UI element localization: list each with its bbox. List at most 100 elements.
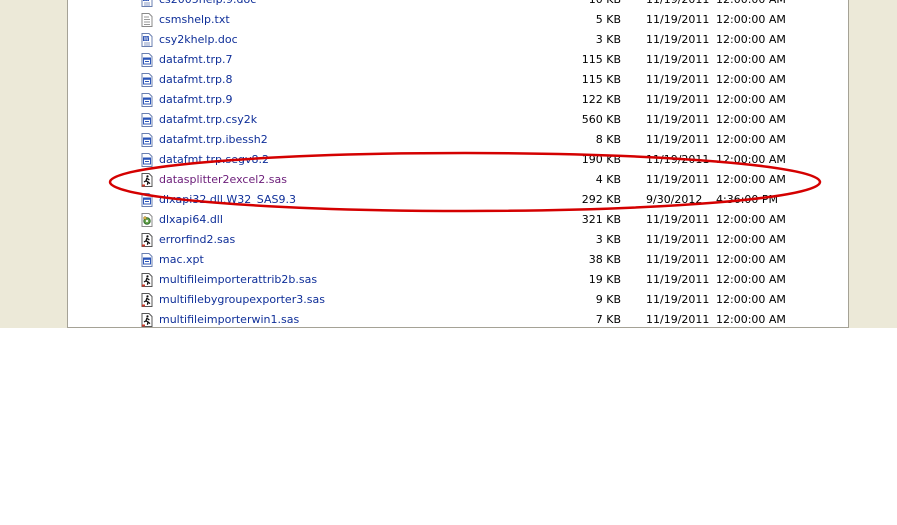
sas-program-icon [141, 233, 153, 247]
generic-window-file-icon [141, 73, 153, 87]
file-date: 11/19/2011 [646, 133, 710, 146]
file-time: 12:00:00 AM [716, 173, 786, 186]
file-size: 4 KB [595, 173, 621, 186]
file-date: 11/19/2011 [646, 73, 710, 86]
file-size: 38 KB [588, 253, 621, 266]
svg-text:W: W [144, 36, 149, 42]
file-size: 8 KB [595, 133, 621, 146]
file-size: 19 KB [588, 273, 621, 286]
svg-text:W: W [144, 0, 149, 2]
file-row[interactable]: multifileimporterwin1.sas 7 KB 11/19/2011 1… [68, 310, 848, 327]
file-size: 122 KB [581, 93, 621, 106]
file-size: 190 KB [581, 153, 621, 166]
file-time: 12:00:00 AM [716, 13, 786, 26]
file-row[interactable]: multifilebygroupexporter3.sas 9 KB 11/19/2… [68, 290, 848, 310]
file-name-link[interactable]: mac.xpt [159, 253, 204, 266]
file-size: 3 KB [595, 233, 621, 246]
file-name-link[interactable]: cs2005help.9.doc [159, 0, 256, 6]
file-size: 10 KB [528, 0, 621, 6]
file-time: 12:00:00 AM [716, 73, 786, 86]
file-name-link[interactable]: datafmt.trp.8 [159, 73, 233, 86]
file-row[interactable]: multifileimporterattrib2b.sas 19 KB 11/19/… [68, 270, 848, 290]
file-name-link[interactable]: datafmt.trp.csy2k [159, 113, 257, 126]
file-date: 11/19/2011 [646, 173, 710, 186]
file-size: 3 KB [595, 33, 621, 46]
file-time: 12:00:00 AM [716, 113, 786, 126]
sas-program-icon [141, 173, 153, 187]
file-date: 11/19/2011 [646, 153, 710, 166]
file-time: 12:00:00 AM [716, 293, 786, 306]
file-name-link[interactable]: datafmt.trp.segv8.2 [159, 153, 269, 166]
file-date: 11/19/2011 [646, 0, 709, 6]
file-time: 12:00:00 AM [716, 0, 786, 6]
file-row[interactable]: datafmt.trp.9 122 KB 11/19/2011 12:00:00 AM [68, 90, 848, 110]
file-row[interactable]: datafmt.trp.ibessh2 8 KB 11/19/2011 12:00:0… [68, 130, 848, 150]
generic-window-file-icon [141, 193, 153, 207]
file-size: 292 KB [581, 193, 621, 206]
file-date: 11/19/2011 [646, 233, 710, 246]
file-time: 4:36:00 PM [716, 193, 779, 206]
file-name-link[interactable]: datafmt.trp.9 [159, 93, 233, 106]
file-listing: Wcs2005help.9.doc 10 KB 11/19/2011 12:00:00… [67, 0, 849, 328]
file-size: 321 KB [581, 213, 621, 226]
file-row[interactable]: Wcsy2khelp.doc 3 KB 11/19/2011 12:00:00 AM [68, 30, 848, 50]
file-date: 11/19/2011 [646, 293, 710, 306]
file-row[interactable]: csmshelp.txt 5 KB 11/19/2011 12:00:00 AM [68, 10, 848, 30]
file-size: 9 KB [595, 293, 621, 306]
file-time: 12:00:00 AM [716, 33, 786, 46]
file-date: 11/19/2011 [646, 53, 710, 66]
file-name-link[interactable]: datafmt.trp.ibessh2 [159, 133, 268, 146]
file-name-link[interactable]: datafmt.trp.7 [159, 53, 233, 66]
file-size: 115 KB [581, 53, 621, 66]
file-row[interactable]: dlxapi64.dll 321 KB 11/19/2011 12:00:00 AM [68, 210, 848, 230]
file-name-link[interactable]: multifileimporterwin1.sas [159, 313, 299, 326]
file-size: 7 KB [595, 313, 621, 326]
generic-window-file-icon [141, 253, 153, 267]
file-date: 11/19/2011 [646, 113, 710, 126]
file-date: 11/19/2011 [646, 273, 710, 286]
file-name-link[interactable]: dlxapi64.dll [159, 213, 223, 226]
file-row[interactable]: errorfind2.sas 3 KB 11/19/2011 12:00:00 AM [68, 230, 848, 250]
file-row[interactable]: Wcs2005help.9.doc 10 KB 11/19/2011 12:00:00… [68, 0, 848, 10]
file-row[interactable]: datafmt.trp.8 115 KB 11/19/2011 12:00:00 AM [68, 70, 848, 90]
file-row[interactable]: datafmt.trp.csy2k 560 KB 11/19/2011 12:00:0… [68, 110, 848, 130]
sas-program-icon [141, 273, 153, 287]
file-row[interactable]: datafmt.trp.7 115 KB 11/19/2011 12:00:00 AM [68, 50, 848, 70]
file-name-link[interactable]: csy2khelp.doc [159, 33, 238, 46]
text-file-icon [141, 13, 153, 27]
file-time: 12:00:00 AM [716, 153, 786, 166]
file-name-link[interactable]: dlxapi32.dll.W32_SAS9.3 [159, 193, 296, 206]
generic-window-file-icon [141, 53, 153, 67]
generic-window-file-icon [141, 113, 153, 127]
file-row[interactable]: datafmt.trp.segv8.2 190 KB 11/19/2011 12:00… [68, 150, 848, 170]
word-doc-icon: W [141, 0, 153, 7]
file-size: 115 KB [581, 73, 621, 86]
file-name-link[interactable]: datasplitter2excel2.sas [159, 173, 287, 186]
generic-window-file-icon [141, 93, 153, 107]
file-size: 5 KB [595, 13, 621, 26]
file-time: 12:00:00 AM [716, 313, 786, 326]
word-doc-icon: W [141, 33, 153, 47]
file-date: 11/19/2011 [646, 253, 710, 266]
file-size: 560 KB [581, 113, 621, 126]
file-date: 11/19/2011 [646, 213, 710, 226]
file-date: 11/19/2011 [646, 313, 710, 326]
file-time: 12:00:00 AM [716, 133, 786, 146]
file-time: 12:00:00 AM [716, 273, 786, 286]
file-date: 9/30/2012 [646, 193, 703, 206]
file-time: 12:00:00 AM [716, 53, 786, 66]
file-time: 12:00:00 AM [716, 253, 786, 266]
file-time: 12:00:00 AM [716, 213, 786, 226]
sas-program-icon [141, 293, 153, 307]
file-name-link[interactable]: multifileimporterattrib2b.sas [159, 273, 317, 286]
file-row[interactable]: datasplitter2excel2.sas 4 KB 11/19/2011 12:… [68, 170, 848, 190]
file-name-link[interactable]: errorfind2.sas [159, 233, 235, 246]
file-name-link[interactable]: multifilebygroupexporter3.sas [159, 293, 325, 306]
file-date: 11/19/2011 [646, 33, 710, 46]
sas-program-icon [141, 313, 153, 327]
file-row[interactable]: dlxapi32.dll.W32_SAS9.3 292 KB 9/30/2012 4:… [68, 190, 848, 210]
generic-window-file-icon [141, 133, 153, 147]
file-row[interactable]: mac.xpt 38 KB 11/19/2011 12:00:00 AM [68, 250, 848, 270]
file-name-link[interactable]: csmshelp.txt [159, 13, 230, 26]
file-time: 12:00:00 AM [716, 93, 786, 106]
